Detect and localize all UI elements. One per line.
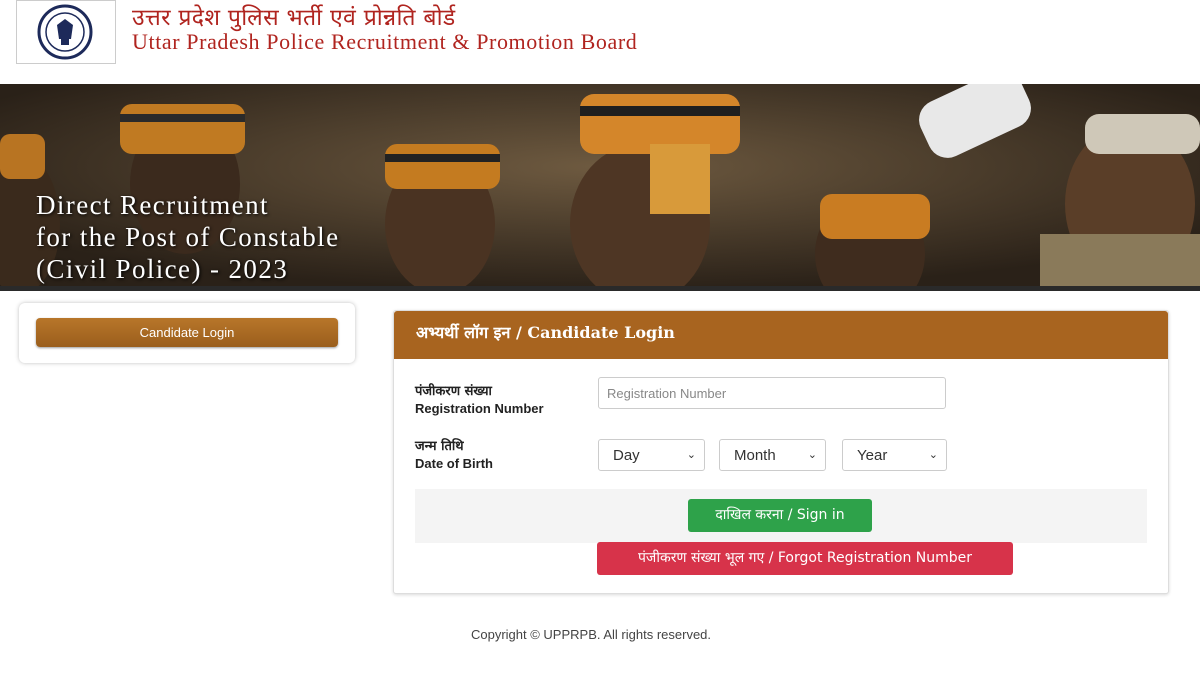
candidate-login-button[interactable]: Candidate Login: [36, 318, 338, 347]
emblem-icon: [37, 4, 93, 60]
banner-line-2: for the Post of Constable: [36, 222, 340, 252]
hero-banner: Direct Recruitment for the Post of Const…: [0, 84, 1200, 291]
registration-label-hindi: पंजीकरण संख्या: [415, 384, 492, 399]
dob-label-hindi: जन्म तिथि: [415, 439, 464, 454]
up-police-emblem-logo[interactable]: [16, 0, 116, 64]
banner-caption: Direct Recruitment for the Post of Const…: [36, 189, 339, 285]
month-select[interactable]: Month ⌄: [719, 439, 826, 471]
site-header: उत्तर प्रदेश पुलिस भर्ती एवं प्रोन्नति ब…: [0, 0, 1200, 84]
form-heading: अभ्यर्थी लॉग इन / Candidate Login: [416, 323, 675, 342]
chevron-down-icon: ⌄: [928, 449, 938, 461]
forgot-registration-button[interactable]: पंजीकरण संख्या भूल गए / Forgot Registrat…: [597, 542, 1013, 575]
dob-label-english: Date of Birth: [415, 456, 493, 471]
chevron-down-icon: ⌄: [686, 449, 696, 461]
banner-line-1: Direct Recruitment: [36, 190, 269, 220]
banner-line-3: (Civil Police) - 2023: [36, 254, 289, 284]
dob-label: जन्म तिथि Date of Birth: [415, 438, 493, 472]
registration-label: पंजीकरण संख्या Registration Number: [415, 383, 544, 417]
year-select[interactable]: Year ⌄: [842, 439, 947, 471]
candidate-login-form: अभ्यर्थी लॉग इन / Candidate Login पंजीकर…: [393, 310, 1169, 594]
year-select-value: Year: [857, 447, 888, 464]
month-select-value: Month: [734, 447, 776, 464]
day-select-value: Day: [613, 447, 640, 464]
header-title-hindi: उत्तर प्रदेश पुलिस भर्ती एवं प्रोन्नति ब…: [132, 5, 456, 31]
header-title-english: Uttar Pradesh Police Recruitment & Promo…: [132, 29, 638, 54]
banner-divider: [0, 286, 1200, 291]
sign-in-button[interactable]: दाखिल करना / Sign in: [688, 499, 872, 532]
sidebar-card: Candidate Login: [19, 303, 355, 363]
form-header: अभ्यर्थी लॉग इन / Candidate Login: [394, 311, 1168, 359]
registration-label-english: Registration Number: [415, 401, 544, 416]
registration-number-input[interactable]: [598, 377, 946, 409]
footer-copyright: Copyright © UPPRPB. All rights reserved.: [470, 627, 712, 642]
day-select[interactable]: Day ⌄: [598, 439, 705, 471]
chevron-down-icon: ⌄: [807, 449, 817, 461]
